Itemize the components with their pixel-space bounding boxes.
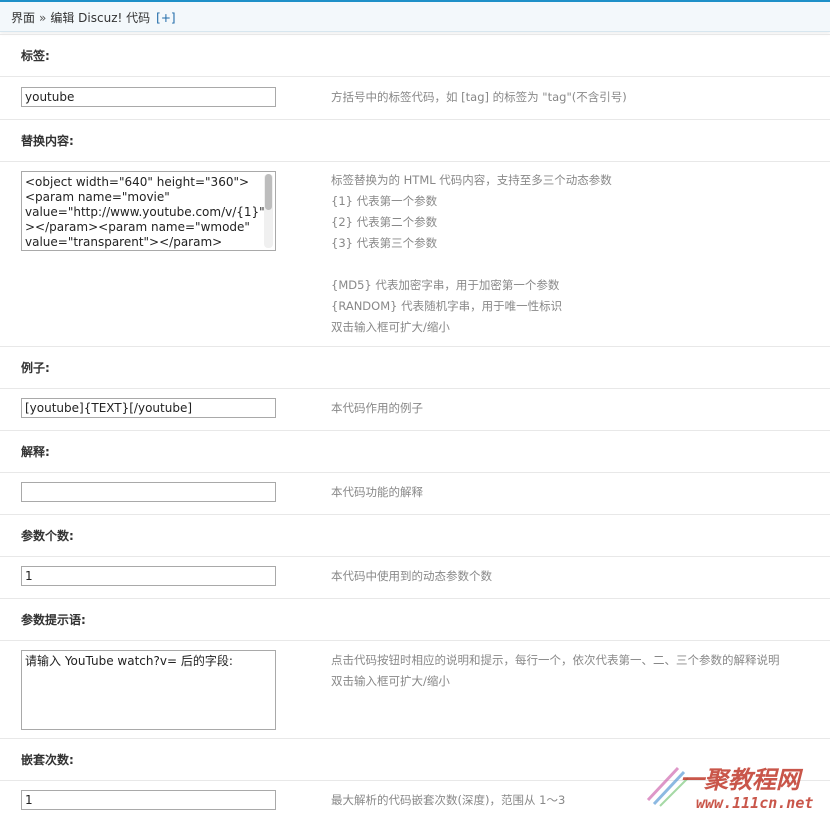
replacement-field-row: <object width="640" height="360"> <param… bbox=[0, 161, 830, 346]
example-label-row: 例子: bbox=[0, 346, 830, 388]
param-prompt-tips: 点击代码按钮时相应的说明和提示，每行一个，依次代表第一、二、三个参数的解释说明 … bbox=[331, 650, 780, 692]
textarea-line: <object width="640" height="360"> bbox=[25, 175, 250, 189]
replacement-tip-line: {RANDOM} 代表随机字串，用于唯一性标识 bbox=[331, 299, 563, 313]
example-label: 例子: bbox=[21, 361, 50, 375]
tag-label: 标签: bbox=[21, 49, 50, 63]
explanation-label: 解释: bbox=[21, 445, 50, 459]
replacement-label-row: 替换内容: bbox=[0, 119, 830, 161]
textarea-line: value="http://www.youtube.com/v/{1}" bbox=[25, 205, 265, 219]
breadcrumb-item-interface[interactable]: 界面 bbox=[11, 11, 35, 25]
nest-count-tip: 最大解析的代码嵌套次数(深度)，范围从 1～3 bbox=[331, 793, 566, 807]
param-count-field-row: 1 本代码中使用到的动态参数个数 bbox=[0, 556, 830, 598]
expand-link[interactable]: [+] bbox=[156, 11, 175, 25]
example-input[interactable]: [youtube]{TEXT}[/youtube] bbox=[21, 398, 276, 418]
param-prompt-field-row: 请输入 YouTube watch?v= 后的字段: 点击代码按钮时相应的说明和… bbox=[0, 640, 830, 738]
textarea-line: value="transparent"></param> bbox=[25, 235, 223, 249]
replacement-tip-line: 标签替换为的 HTML 代码内容，支持至多三个动态参数 bbox=[331, 173, 612, 187]
example-tip: 本代码作用的例子 bbox=[331, 401, 423, 415]
replacement-tip-line: {3} 代表第三个参数 bbox=[331, 236, 438, 250]
param-count-tip: 本代码中使用到的动态参数个数 bbox=[331, 569, 492, 583]
textarea-line: <param name="movie" bbox=[25, 190, 170, 204]
breadcrumb-item-edit-code: 编辑 Discuz! 代码 bbox=[50, 11, 151, 25]
watermark-swoosh-icon: 一聚教程网 www.111cn.net bbox=[646, 766, 813, 812]
explanation-field-row: 本代码功能的解释 bbox=[0, 472, 830, 514]
param-count-label-row: 参数个数: bbox=[0, 514, 830, 556]
explanation-label-row: 解释: bbox=[0, 430, 830, 472]
tag-field-row: youtube 方括号中的标签代码，如 [tag] 的标签为 "tag"(不含引… bbox=[0, 76, 830, 119]
replacement-tips: 标签替换为的 HTML 代码内容，支持至多三个动态参数 {1} 代表第一个参数 … bbox=[331, 170, 612, 338]
tag-label-row: 标签: bbox=[0, 34, 830, 76]
param-prompt-label-row: 参数提示语: bbox=[0, 598, 830, 640]
param-prompt-textarea[interactable]: 请输入 YouTube watch?v= 后的字段: bbox=[21, 650, 276, 730]
textarea-line: ></param><param name="wmode" bbox=[25, 220, 250, 234]
replacement-tip-line: {2} 代表第二个参数 bbox=[331, 215, 438, 229]
breadcrumb-separator: » bbox=[39, 11, 47, 25]
replacement-tip-line: {1} 代表第一个参数 bbox=[331, 194, 438, 208]
replacement-tip-line: {MD5} 代表加密字串，用于加密第一个参数 bbox=[331, 278, 560, 292]
explanation-tip: 本代码功能的解释 bbox=[331, 485, 423, 499]
scrollbar-thumb[interactable] bbox=[265, 174, 272, 210]
param-count-input[interactable]: 1 bbox=[21, 566, 276, 586]
nest-count-input[interactable]: 1 bbox=[21, 790, 276, 810]
tag-input[interactable]: youtube bbox=[21, 87, 276, 107]
param-prompt-label: 参数提示语: bbox=[21, 613, 86, 627]
tip-spacer bbox=[331, 254, 612, 275]
breadcrumb: 界面 » 编辑 Discuz! 代码 [+] bbox=[11, 9, 176, 26]
example-field-row: [youtube]{TEXT}[/youtube] 本代码作用的例子 bbox=[0, 388, 830, 430]
svg-text:一聚教程网: 一聚教程网 bbox=[680, 766, 804, 794]
param-prompt-tip-line: 点击代码按钮时相应的说明和提示，每行一个，依次代表第一、二、三个参数的解释说明 bbox=[331, 653, 780, 667]
page-header: 界面 » 编辑 Discuz! 代码 [+] bbox=[0, 0, 830, 32]
textarea-scrollbar[interactable] bbox=[264, 174, 273, 248]
replacement-label: 替换内容: bbox=[21, 134, 74, 148]
explanation-input[interactable] bbox=[21, 482, 276, 502]
replacement-tip-line: 双击输入框可扩大/缩小 bbox=[331, 320, 450, 334]
site-watermark-logo: 一聚教程网 www.111cn.net bbox=[640, 760, 830, 821]
tag-tip: 方括号中的标签代码，如 [tag] 的标签为 "tag"(不含引号) bbox=[331, 90, 627, 104]
param-prompt-tip-line: 双击输入框可扩大/缩小 bbox=[331, 674, 450, 688]
param-count-label: 参数个数: bbox=[21, 529, 74, 543]
nest-count-label: 嵌套次数: bbox=[21, 753, 74, 767]
svg-text:www.111cn.net: www.111cn.net bbox=[696, 794, 813, 812]
replacement-textarea[interactable]: <object width="640" height="360"> <param… bbox=[21, 171, 276, 251]
